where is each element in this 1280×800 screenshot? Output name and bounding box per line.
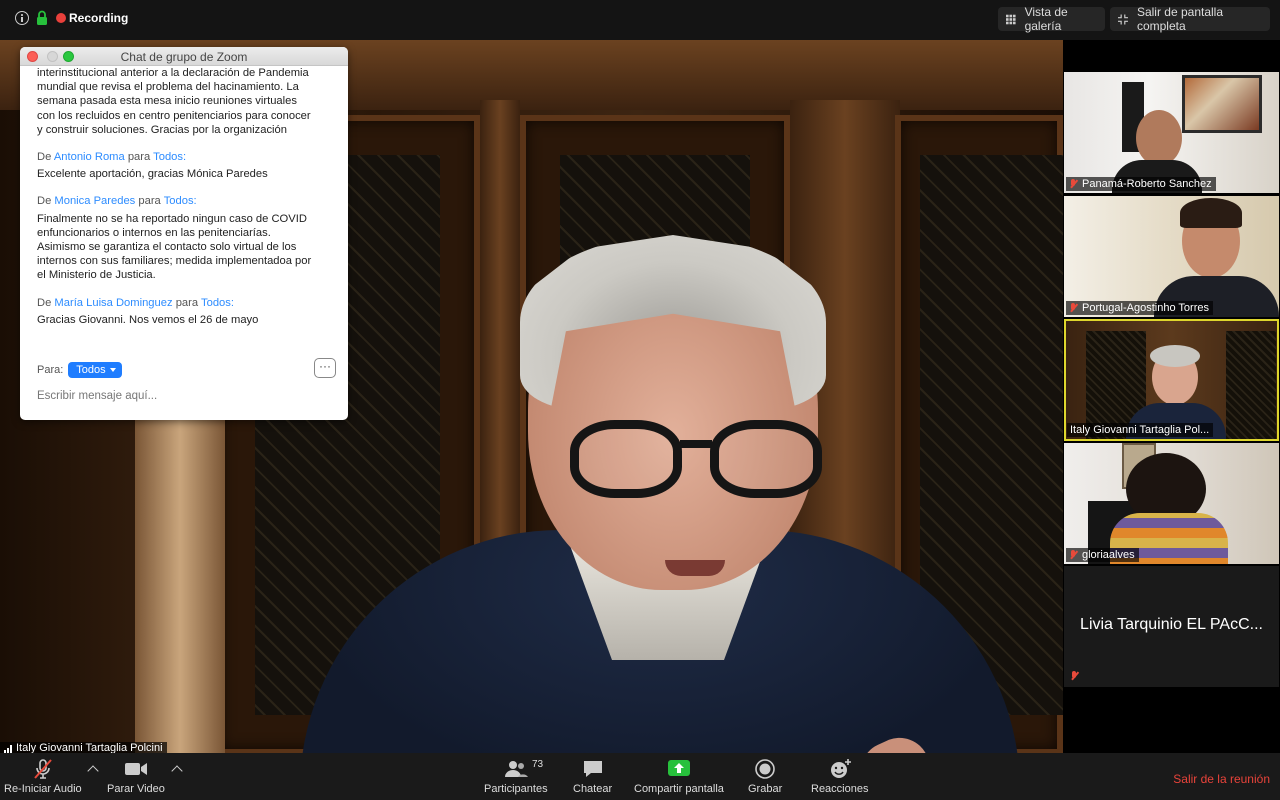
grid-icon bbox=[1006, 14, 1016, 24]
mic-muted-icon bbox=[34, 759, 52, 779]
message-sender[interactable]: Antonio Roma bbox=[54, 151, 125, 163]
gallery-view-label: Vista de galería bbox=[1024, 5, 1068, 33]
mic-muted-icon bbox=[1070, 671, 1078, 681]
message-sender[interactable]: María Luisa Dominguez bbox=[54, 297, 172, 309]
gallery-view-button[interactable]: Vista de galería bbox=[998, 5, 1105, 33]
chat-message: De María Luisa Dominguez para Todos: Gra… bbox=[37, 296, 342, 327]
mic-muted-icon bbox=[1069, 550, 1077, 560]
participant-tile[interactable]: Portugal-Agostinho Torres bbox=[1064, 196, 1279, 317]
smiley-plus-icon bbox=[830, 759, 851, 778]
reactions-label: Reacciones bbox=[811, 783, 869, 795]
share-screen-button[interactable]: Compartir pantalla bbox=[634, 758, 724, 795]
recipient-select-value: Todos bbox=[76, 364, 106, 376]
participant-name: Panamá-Roberto Sanchez bbox=[1082, 178, 1212, 190]
participant-name-tag: Italy Giovanni Tartaglia Pol... bbox=[1067, 423, 1214, 437]
participants-label: Participantes bbox=[484, 783, 548, 795]
chat-message-header: De Antonio Roma para Todos: bbox=[37, 150, 342, 164]
message-recipient: Todos: bbox=[163, 195, 197, 208]
unmute-label: Re-Iniciar Audio bbox=[4, 783, 82, 795]
stop-video-button[interactable]: Parar Video bbox=[107, 758, 165, 795]
message-recipient: Todos: bbox=[153, 151, 187, 164]
chat-message-text: Excelente aportación, gracias Mónica Par… bbox=[37, 168, 268, 181]
participant-name-tag: Panamá-Roberto Sanchez bbox=[1066, 177, 1216, 191]
participants-icon bbox=[504, 761, 528, 777]
from-prefix: De bbox=[37, 296, 52, 309]
from-prefix: De bbox=[37, 151, 52, 164]
unmute-button[interactable]: Re-Iniciar Audio bbox=[4, 758, 82, 795]
participants-count: 73 bbox=[532, 759, 544, 770]
chat-window[interactable]: Chat de grupo de Zoom interinstitucional… bbox=[20, 47, 348, 420]
participant-name-tag: Portugal-Agostinho Torres bbox=[1066, 301, 1213, 315]
share-screen-icon bbox=[667, 760, 690, 776]
participant-name: Italy Giovanni Tartaglia Pol... bbox=[1070, 424, 1210, 436]
chat-bubble-icon bbox=[583, 761, 602, 777]
participant-tile-active[interactable]: Italy Giovanni Tartaglia Pol... bbox=[1064, 319, 1279, 441]
more-options-button[interactable]: ··· bbox=[314, 358, 336, 378]
to-prefix: para bbox=[175, 296, 199, 309]
video-camera-icon bbox=[124, 763, 147, 775]
participant-tile-video-off[interactable]: Livia Tarquinio EL PAcC... bbox=[1064, 566, 1279, 687]
chat-message-header: De María Luisa Dominguez para Todos: bbox=[37, 296, 342, 310]
lamp-light bbox=[135, 420, 225, 753]
record-icon bbox=[755, 759, 775, 779]
video-options-chevron-up-icon[interactable] bbox=[171, 765, 183, 777]
audio-level-icon bbox=[4, 744, 12, 753]
meeting-toolbar: Re-Iniciar Audio Parar Video Participant… bbox=[0, 753, 1280, 800]
speaker-glasses bbox=[710, 420, 822, 498]
participant-name: gloriaalves bbox=[1082, 549, 1135, 561]
message-recipient: Todos: bbox=[201, 296, 234, 309]
chat-message-header: De Monica Paredes para Todos: bbox=[37, 194, 342, 208]
stop-video-label: Parar Video bbox=[107, 783, 165, 795]
lock-icon[interactable] bbox=[35, 10, 49, 26]
message-sender[interactable]: Monica Paredes bbox=[54, 195, 135, 207]
reactions-button[interactable]: Reacciones bbox=[811, 758, 868, 795]
chat-message-input[interactable] bbox=[37, 387, 327, 405]
mic-muted-icon bbox=[1069, 303, 1077, 313]
participant-tile[interactable]: gloriaalves bbox=[1064, 443, 1279, 564]
tile-face bbox=[1136, 110, 1182, 166]
tile-painting bbox=[1182, 75, 1262, 133]
to-prefix: para bbox=[127, 151, 151, 164]
participant-name: Livia Tarquinio EL PAcC... bbox=[1080, 616, 1263, 633]
from-prefix: De bbox=[37, 195, 52, 208]
record-label: Grabar bbox=[748, 783, 783, 795]
chat-message-list[interactable]: interinstitucional anterior a la declara… bbox=[37, 66, 342, 327]
chat-button[interactable]: Chatear bbox=[573, 758, 612, 795]
share-screen-label: Compartir pantalla bbox=[634, 783, 724, 795]
chat-label: Chatear bbox=[573, 783, 613, 795]
participant-tile[interactable]: Panamá-Roberto Sanchez bbox=[1064, 72, 1279, 193]
top-bar: Recording Vista de galería Salir de pant… bbox=[0, 0, 1280, 40]
info-icon[interactable] bbox=[15, 11, 29, 25]
chat-message-text: interinstitucional anterior a la declara… bbox=[37, 67, 311, 136]
chat-title: Chat de grupo de Zoom bbox=[120, 50, 248, 64]
participant-name: Portugal-Agostinho Torres bbox=[1082, 302, 1209, 314]
recipient-select[interactable]: Todos bbox=[68, 362, 122, 378]
record-button[interactable]: Grabar bbox=[748, 758, 782, 795]
speaker-mouth bbox=[665, 560, 725, 576]
to-label: Para: bbox=[37, 364, 64, 376]
chat-message-text: Finalmente no se ha reportado ningun cas… bbox=[37, 212, 312, 282]
to-prefix: para bbox=[138, 195, 161, 208]
mic-muted-icon bbox=[1069, 179, 1077, 189]
chat-title-bar[interactable]: Chat de grupo de Zoom bbox=[20, 47, 348, 66]
exit-fullscreen-button[interactable]: Salir de pantalla completa bbox=[1110, 5, 1270, 33]
tile-background-object bbox=[1226, 331, 1276, 439]
leave-meeting-button[interactable]: Salir de la reunión bbox=[1173, 772, 1270, 786]
chat-recipient-row: Para: Todos bbox=[37, 362, 122, 378]
speaker-glasses bbox=[680, 440, 712, 448]
tile-hair bbox=[1180, 198, 1242, 228]
participant-name-tag: gloriaalves bbox=[1066, 548, 1139, 562]
speaker-glasses bbox=[570, 420, 682, 498]
chat-message: De Antonio Roma para Todos: Excelente ap… bbox=[37, 150, 342, 181]
tile-hair bbox=[1150, 345, 1200, 367]
chevron-down-icon bbox=[109, 368, 116, 372]
exit-fullscreen-icon bbox=[1118, 14, 1128, 24]
exit-fullscreen-label: Salir de pantalla completa bbox=[1136, 5, 1224, 33]
chat-message-text: Gracias Giovanni. Nos vemos el 26 de may… bbox=[37, 313, 259, 326]
chat-message: De Monica Paredes para Todos: Finalmente… bbox=[37, 194, 342, 282]
recording-dot-icon bbox=[56, 13, 66, 23]
audio-options-chevron-up-icon[interactable] bbox=[87, 765, 99, 777]
recording-label: Recording bbox=[69, 11, 129, 25]
